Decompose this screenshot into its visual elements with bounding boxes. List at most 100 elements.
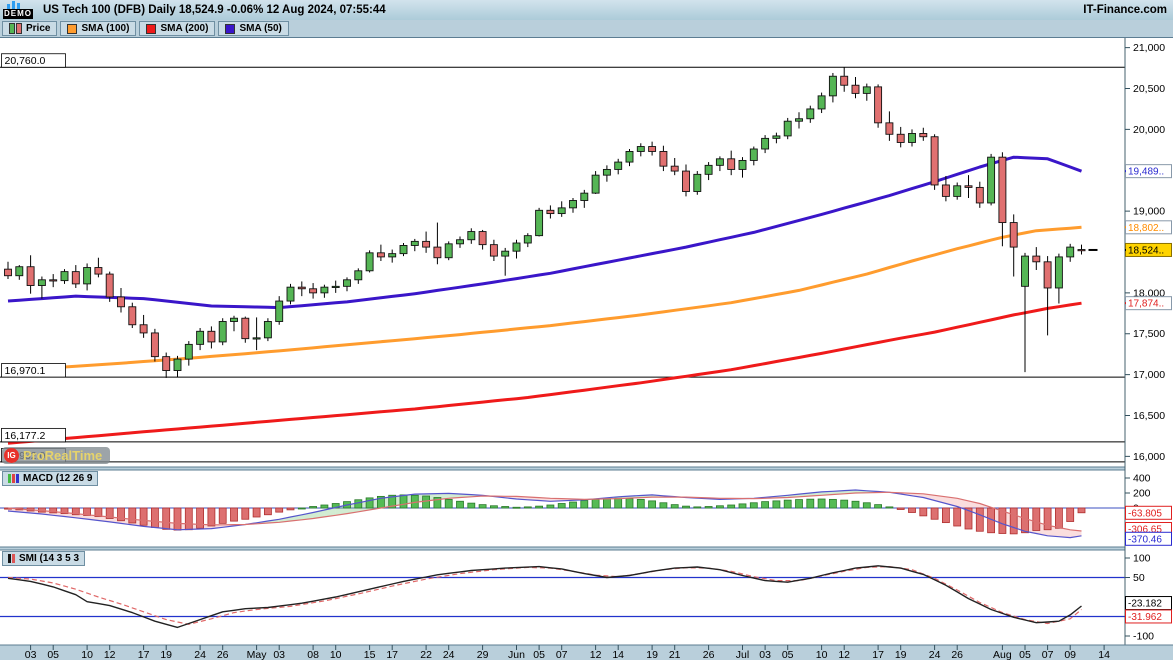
candle-body [671,166,678,171]
time-tick-label: 21 [669,649,681,660]
macd-histogram-bar [841,500,848,508]
time-tick-label: 05 [782,649,794,660]
legend-price-label: Price [26,23,50,34]
legend-sma100-button[interactable]: SMA (100) [60,21,136,36]
macd-histogram-bar [897,508,904,510]
macd-histogram-bar [163,508,170,529]
macd-histogram-bar [468,503,475,508]
macd-histogram-bar [490,506,497,508]
axis-tick-label: 20,000 [1133,124,1165,136]
candle-body [1067,247,1074,257]
candle-body [750,149,757,160]
candle-body [423,241,430,247]
candle-body [140,325,147,333]
macd-histogram-bar [603,499,610,508]
macd-histogram-bar [773,501,780,508]
macd-histogram-bar [750,503,757,508]
candle-body [479,232,486,245]
macd-histogram-bar [1078,508,1085,513]
candle-body [897,134,904,142]
level-label: 20,760.0 [5,55,46,67]
smi-indicator-button[interactable]: SMI (14 3 5 3 [2,551,85,566]
macd-histogram-bar [129,508,136,523]
macd-histogram-bar [1022,508,1029,533]
candle-body [1022,256,1029,286]
level-label: 16,177.2 [5,430,46,442]
chart-window: DEMO US Tech 100 (DFB) Daily 18,524.9 -0… [0,0,1173,660]
candle-body [909,133,916,142]
macd-histogram-bar [321,505,328,508]
macd-histogram-bar [671,505,678,508]
candle-body [106,274,113,297]
macd-histogram-bar [151,508,158,528]
time-tick-label: 05 [47,649,59,660]
time-tick-label: 24 [194,649,206,660]
candle-body [592,175,599,193]
macd-histogram-bar [807,499,814,508]
candle-body [920,133,927,136]
price-candles-icon [9,23,22,34]
candle-body [129,307,136,325]
candle-body [1033,256,1040,262]
time-tick-label: 10 [81,649,93,660]
macd-indicator-button[interactable]: MACD (12 26 9 [2,471,98,486]
price-axis: 21,00020,50020,00019,00018,00017,50017,0… [1125,37,1173,645]
axis-tick-label: 19,000 [1133,206,1165,218]
macd-histogram-bar [886,507,893,508]
candle-body [377,253,384,257]
axis-tick-label: 50 [1133,572,1145,584]
candle-body [276,301,283,321]
macd-icon [8,474,19,483]
sma50-swatch-icon [225,24,235,34]
macd-histogram-bar [909,508,916,513]
legend-price-button[interactable]: Price [2,21,57,36]
candle-body [264,321,271,337]
candle-body [344,280,351,287]
time-tick-label: 17 [872,649,884,660]
candle-body [400,245,407,253]
time-tick-label: 19 [895,649,907,660]
candle-body [999,157,1006,222]
candle-body [683,171,690,191]
time-tick-label: 10 [816,649,828,660]
candle-body [253,338,260,339]
macd-histogram-bar [231,508,238,521]
time-tick-label: 03 [273,649,285,660]
mini-candles-icon [3,1,33,9]
candle-body [976,187,983,203]
candle-body [434,247,441,258]
legend-sma200-button[interactable]: SMA (200) [139,21,215,36]
macd-histogram-bar [276,508,283,512]
time-tick-label: 17 [386,649,398,660]
brand-label: IT-Finance.com [1083,4,1167,16]
legend-sma50-button[interactable]: SMA (50) [218,21,288,36]
value-marker-label: 17,874.. [1128,299,1164,310]
candle-body [174,359,181,370]
macd-histogram-bar [784,500,791,508]
candle-body [50,280,57,281]
candle-body [151,333,158,357]
axis-tick-label: 21,000 [1133,42,1165,54]
candle-body [807,109,814,119]
smi-indicator-label: SMI (14 3 5 3 [19,553,79,564]
candle-body [219,321,226,341]
chart-canvas[interactable]: 20,760.016,970.116,177.215,932.021,00020… [0,0,1173,660]
macd-histogram-bar [728,505,735,508]
time-tick-label: 19 [160,649,172,660]
candle-body [875,87,882,123]
value-marker-label: -31.962 [1128,612,1162,623]
macd-histogram-bar [739,504,746,508]
candle-body [1044,262,1051,288]
candle-body [570,200,577,207]
time-tick-label: 26 [703,649,715,660]
candle-body [626,151,633,162]
macd-histogram-bar [716,506,723,508]
legend-sma200-label: SMA (200) [160,23,208,34]
macd-histogram-bar [219,508,226,523]
macd-histogram-bar [547,505,554,508]
candle-body [5,269,12,276]
candle-body [16,267,23,276]
legend-sma100-label: SMA (100) [81,23,129,34]
macd-histogram-bar [920,508,927,516]
time-axis: 0305101217192426May0308101517222429Jun05… [0,645,1173,660]
